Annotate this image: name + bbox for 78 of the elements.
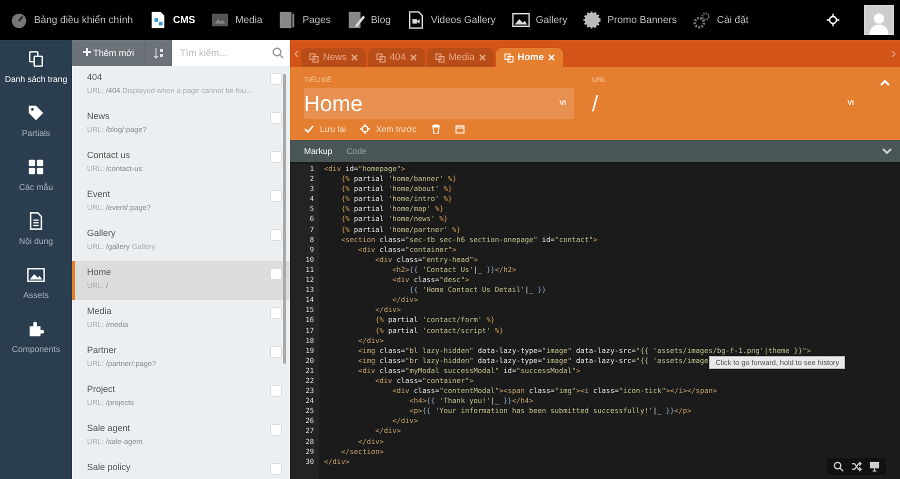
puzzle-icon bbox=[27, 320, 45, 338]
checkbox[interactable] bbox=[270, 424, 282, 436]
document-icon bbox=[27, 212, 45, 230]
nav-item[interactable]: Promo Banners bbox=[583, 11, 677, 29]
page-title: News bbox=[87, 111, 111, 121]
chevron-right-icon[interactable] bbox=[891, 50, 896, 58]
nav-item[interactable]: Bảng điều khiển chính bbox=[10, 11, 133, 29]
pencil-document-icon bbox=[346, 11, 365, 29]
sidebar-item[interactable]: Components bbox=[0, 310, 72, 364]
checkbox[interactable] bbox=[270, 112, 282, 124]
page-list-item[interactable]: Sale policy bbox=[72, 456, 290, 479]
nav-item[interactable]: Media bbox=[211, 11, 262, 29]
page-title: 404 bbox=[87, 72, 104, 82]
nav-item[interactable]: Cài đặt bbox=[692, 11, 749, 29]
copy-icon bbox=[376, 52, 386, 62]
calendar-icon[interactable] bbox=[454, 124, 465, 134]
checkbox[interactable] bbox=[270, 385, 282, 397]
chevron-down-icon[interactable] bbox=[882, 147, 892, 155]
close-icon[interactable] bbox=[350, 54, 358, 61]
checkbox[interactable] bbox=[270, 463, 282, 475]
video-file-icon bbox=[406, 11, 425, 29]
sidebar-item[interactable]: Nội dung bbox=[0, 202, 72, 256]
checkbox[interactable] bbox=[270, 151, 282, 163]
sort-icon bbox=[153, 47, 165, 59]
pages-icon bbox=[278, 11, 296, 29]
nav-item[interactable]: Pages bbox=[278, 11, 331, 29]
plus-icon bbox=[82, 48, 91, 56]
grid-icon bbox=[27, 158, 45, 176]
crosshair-icon bbox=[360, 124, 370, 134]
code-tab[interactable]: Markup bbox=[304, 146, 332, 156]
nav-item[interactable]: CMS bbox=[148, 11, 196, 29]
chevron-left-icon[interactable] bbox=[294, 50, 299, 58]
speedometer-icon bbox=[10, 11, 28, 29]
nav-item[interactable]: Blog bbox=[346, 11, 391, 29]
page-title: Sale agent bbox=[87, 423, 132, 433]
trash-icon[interactable] bbox=[430, 124, 441, 134]
search-field[interactable]: Tìm kiếm... bbox=[172, 40, 290, 66]
checkbox[interactable] bbox=[270, 73, 282, 85]
page-title: Sale policy bbox=[87, 462, 132, 472]
settings-icon bbox=[692, 11, 711, 29]
checkbox[interactable] bbox=[270, 190, 282, 202]
image-icon bbox=[27, 266, 45, 284]
checkbox[interactable] bbox=[270, 268, 282, 280]
crosshair-icon[interactable] bbox=[826, 13, 840, 27]
avatar[interactable] bbox=[864, 5, 894, 35]
copy-icon bbox=[309, 52, 319, 62]
image-icon bbox=[512, 11, 530, 29]
search-icon[interactable] bbox=[833, 461, 844, 472]
copy-icon bbox=[434, 52, 445, 62]
checkbox[interactable] bbox=[270, 307, 282, 319]
sidebar-item[interactable]: Partials bbox=[0, 94, 72, 148]
document-icon bbox=[148, 11, 167, 29]
copy-icon bbox=[504, 52, 514, 62]
page-title: Contact us bbox=[87, 150, 132, 160]
page-title: Home bbox=[87, 267, 112, 277]
page-title: Media bbox=[87, 306, 113, 316]
sidebar-item[interactable]: Assets bbox=[0, 256, 72, 310]
shuffle-icon[interactable] bbox=[851, 461, 862, 472]
check-icon bbox=[304, 124, 314, 134]
monitor-icon[interactable] bbox=[869, 461, 880, 472]
close-icon[interactable] bbox=[478, 54, 486, 61]
nav-item[interactable]: Gallery bbox=[512, 11, 568, 29]
collapse-icon[interactable] bbox=[880, 79, 890, 87]
page-title: Project bbox=[87, 384, 116, 394]
tag-icon bbox=[27, 104, 45, 122]
search-icon bbox=[272, 47, 284, 59]
image-icon bbox=[211, 11, 230, 29]
checkbox[interactable] bbox=[270, 229, 282, 241]
badge-icon bbox=[583, 11, 602, 29]
copy-icon bbox=[27, 50, 45, 68]
page-title: Partner bbox=[87, 345, 118, 355]
sidebar-item[interactable]: Các mẫu bbox=[0, 148, 72, 202]
page-title: Event bbox=[87, 189, 112, 199]
checkbox[interactable] bbox=[270, 346, 282, 358]
page-title: Gallery bbox=[87, 228, 117, 238]
sidebar-item[interactable]: Danh sách trang bbox=[0, 40, 72, 94]
nav-item[interactable]: Videos Gallery bbox=[406, 11, 496, 29]
close-icon[interactable] bbox=[410, 54, 417, 61]
